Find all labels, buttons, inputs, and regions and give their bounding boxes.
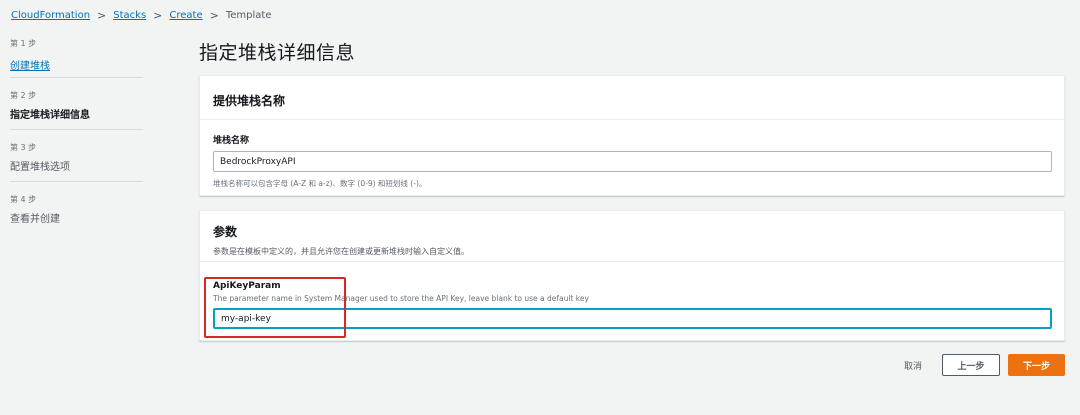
step-number: 第 2 步: [10, 91, 37, 100]
field-label: ApiKeyParam: [213, 281, 281, 291]
api-key-param-field: ApiKeyParam The parameter name in System…: [213, 281, 1052, 329]
wizard-step-2: 第 2 步 指定堆栈详细信息: [10, 90, 143, 130]
chevron-right-icon: >: [153, 9, 163, 22]
breadcrumb-create-link[interactable]: Create: [169, 10, 202, 21]
field-label: 堆栈名称: [213, 136, 250, 146]
api-key-param-input[interactable]: [213, 308, 1052, 329]
breadcrumb-stacks-link[interactable]: Stacks: [113, 10, 146, 21]
breadcrumb-current: Template: [225, 10, 272, 21]
step-link-create-stack[interactable]: 创建堆栈: [10, 61, 50, 72]
wizard-steps: 第 1 步 创建堆栈 第 2 步 指定堆栈详细信息 第 3 步 配置堆栈选项 第…: [10, 38, 143, 246]
step-number: 第 3 步: [10, 143, 37, 152]
wizard-step-3: 第 3 步 配置堆栈选项: [10, 142, 143, 182]
previous-button[interactable]: 上一步: [942, 354, 1000, 376]
panel-title: 提供堆栈名称: [213, 94, 286, 108]
page-title: 指定堆栈详细信息: [199, 42, 356, 64]
chevron-right-icon: >: [209, 9, 219, 22]
wizard-step-4: 第 4 步 查看并创建: [10, 194, 143, 234]
stack-name-panel: 提供堆栈名称 堆栈名称 堆栈名称可以包含字母 (A-Z 和 a-z)、数字 (0…: [199, 75, 1065, 196]
wizard-actions: 取消 上一步 下一步: [904, 354, 1065, 376]
stack-name-input[interactable]: [213, 151, 1052, 172]
cancel-button[interactable]: 取消: [904, 359, 922, 372]
wizard-step-1: 第 1 步 创建堆栈: [10, 38, 143, 78]
breadcrumb: CloudFormation > Stacks > Create > Templ…: [11, 10, 271, 21]
stack-name-field: 堆栈名称 堆栈名称可以包含字母 (A-Z 和 a-z)、数字 (0-9) 和短划…: [213, 133, 1052, 189]
panel-header: 参数 参数是在模板中定义的，并且允许您在创建或更新堆栈时输入自定义值。: [200, 211, 1064, 262]
step-label: 查看并创建: [10, 214, 60, 225]
breadcrumb-cloudformation-link[interactable]: CloudFormation: [11, 10, 90, 21]
panel-description: 参数是在模板中定义的，并且允许您在创建或更新堆栈时输入自定义值。: [213, 247, 469, 256]
parameters-panel: 参数 参数是在模板中定义的，并且允许您在创建或更新堆栈时输入自定义值。 ApiK…: [199, 210, 1065, 341]
panel-title: 参数: [213, 225, 238, 239]
field-description: The parameter name in System Manager use…: [213, 294, 589, 303]
step-label: 配置堆栈选项: [10, 162, 70, 173]
step-label-current: 指定堆栈详细信息: [10, 110, 90, 121]
step-number: 第 4 步: [10, 195, 37, 204]
next-button[interactable]: 下一步: [1008, 354, 1065, 376]
field-hint: 堆栈名称可以包含字母 (A-Z 和 a-z)、数字 (0-9) 和短划线 (-)…: [213, 179, 427, 188]
step-number: 第 1 步: [10, 39, 37, 48]
chevron-right-icon: >: [97, 9, 107, 22]
panel-header: 提供堆栈名称: [200, 76, 1064, 120]
